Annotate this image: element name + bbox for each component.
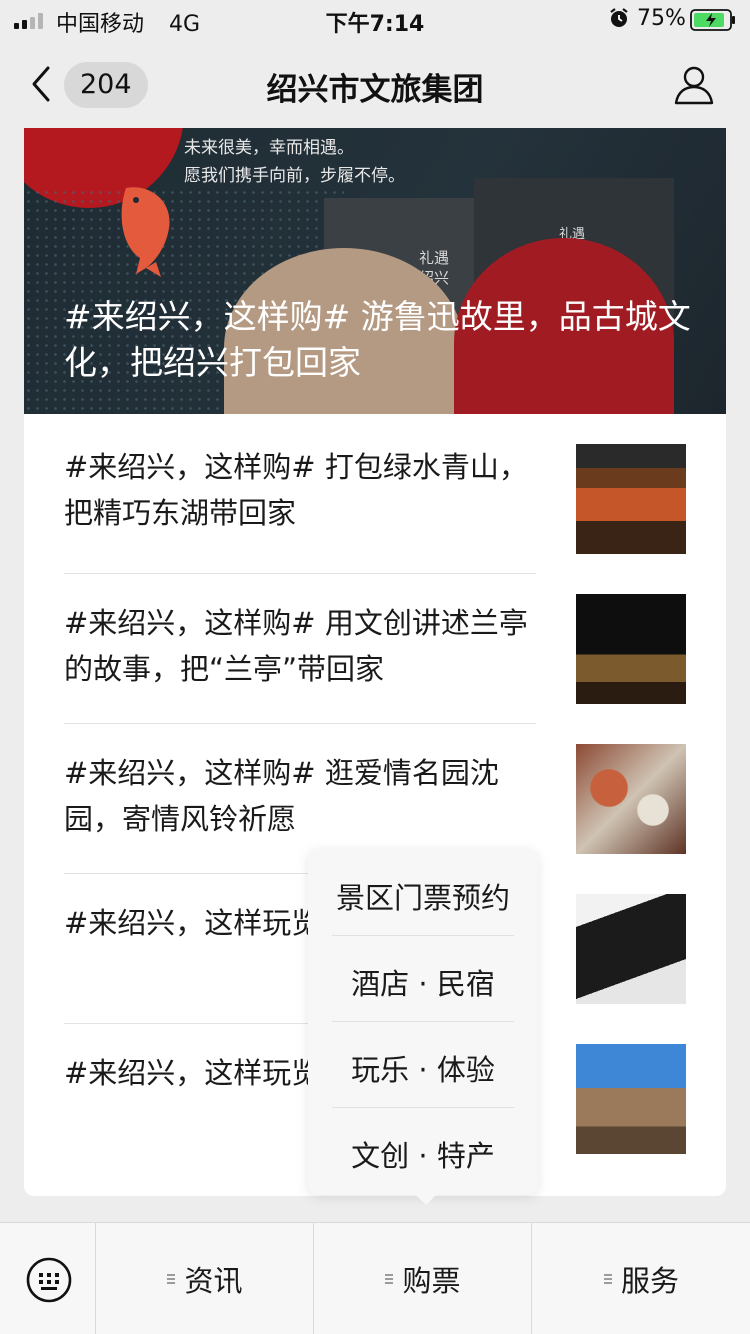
hero-tagline-line-1: 未来很美，幸而相遇。 xyxy=(184,138,354,158)
status-bar: 中国移动 4G 下午7:14 75% xyxy=(0,0,750,40)
divider xyxy=(332,1021,514,1022)
divider xyxy=(332,935,514,936)
list-item[interactable]: #来绍兴，这样购# 打包绿水青山，把精巧东湖带回家 xyxy=(24,414,726,574)
divider xyxy=(332,1107,514,1108)
menu-lines-icon xyxy=(603,1274,612,1284)
hero-title: #来绍兴，这样购# 游鲁迅故里，品古城文化，把绍兴打包回家 xyxy=(64,297,691,382)
back-arrow-icon[interactable] xyxy=(28,64,56,104)
article-thumbnail xyxy=(576,1044,686,1154)
menu-services-label: 服务 xyxy=(620,1264,679,1298)
menu-lines-icon xyxy=(167,1274,176,1284)
alarm-clock-icon xyxy=(610,8,628,27)
submenu-item-hotel[interactable]: 酒店 · 民宿 xyxy=(332,939,514,1025)
battery-percentage: 75% xyxy=(637,6,686,31)
list-item[interactable]: #来绍兴，这样购# 用文创讲述兰亭的故事，把“兰亭”带回家 xyxy=(24,574,726,724)
unread-count-badge[interactable]: 204 xyxy=(64,62,148,108)
menu-news-button[interactable]: 资讯 xyxy=(96,1223,314,1334)
article-title: #来绍兴，这样购# 逛爱情名园沈园，寄情风铃祈愿 xyxy=(64,756,499,836)
svg-text:礼遇: 礼遇 xyxy=(419,249,449,267)
menu-tickets-label: 购票 xyxy=(402,1264,461,1298)
submenu-item-ticket-booking[interactable]: 景区门票预约 xyxy=(332,853,514,939)
article-thumbnail xyxy=(576,444,686,554)
page-title: 绍兴市文旅集团 xyxy=(266,72,484,108)
submenu-item-products[interactable]: 文创 · 特产 xyxy=(332,1111,514,1197)
keyboard-icon xyxy=(26,1257,72,1303)
submenu-item-entertainment[interactable]: 玩乐 · 体验 xyxy=(332,1025,514,1111)
koi-fish-graphic xyxy=(121,187,170,277)
hero-tagline: 未来很美，幸而相遇。 愿我们携手向前，步履不停。 xyxy=(184,134,405,190)
purchase-submenu: 景区门票预约 酒店 · 民宿 玩乐 · 体验 文创 · 特产 xyxy=(308,849,538,1205)
battery-charging-icon xyxy=(690,9,735,31)
profile-icon[interactable] xyxy=(672,62,716,106)
article-thumbnail xyxy=(576,744,686,854)
hero-article[interactable]: 礼遇 绍兴 礼遇 未来很美，幸而相遇。 愿我们携手向前，步履不停。 #来绍兴，这… xyxy=(24,128,726,414)
hero-tagline-line-2: 愿我们携手向前，步履不停。 xyxy=(184,166,405,186)
menu-lines-icon xyxy=(385,1274,394,1284)
nav-bar: 204 绍兴市文旅集团 xyxy=(0,40,750,128)
bottom-menu-bar: 资讯 购票 服务 xyxy=(0,1222,750,1334)
article-title: #来绍兴，这样购# 打包绿水青山，把精巧东湖带回家 xyxy=(64,450,528,530)
menu-services-button[interactable]: 服务 xyxy=(532,1223,750,1334)
keyboard-toggle-button[interactable] xyxy=(0,1223,96,1334)
article-thumbnail xyxy=(576,894,686,1004)
menu-news-label: 资讯 xyxy=(184,1264,243,1298)
menu-tickets-button[interactable]: 购票 xyxy=(314,1223,532,1334)
article-thumbnail xyxy=(576,594,686,704)
article-title: #来绍兴，这样购# 用文创讲述兰亭的故事，把“兰亭”带回家 xyxy=(64,606,528,686)
